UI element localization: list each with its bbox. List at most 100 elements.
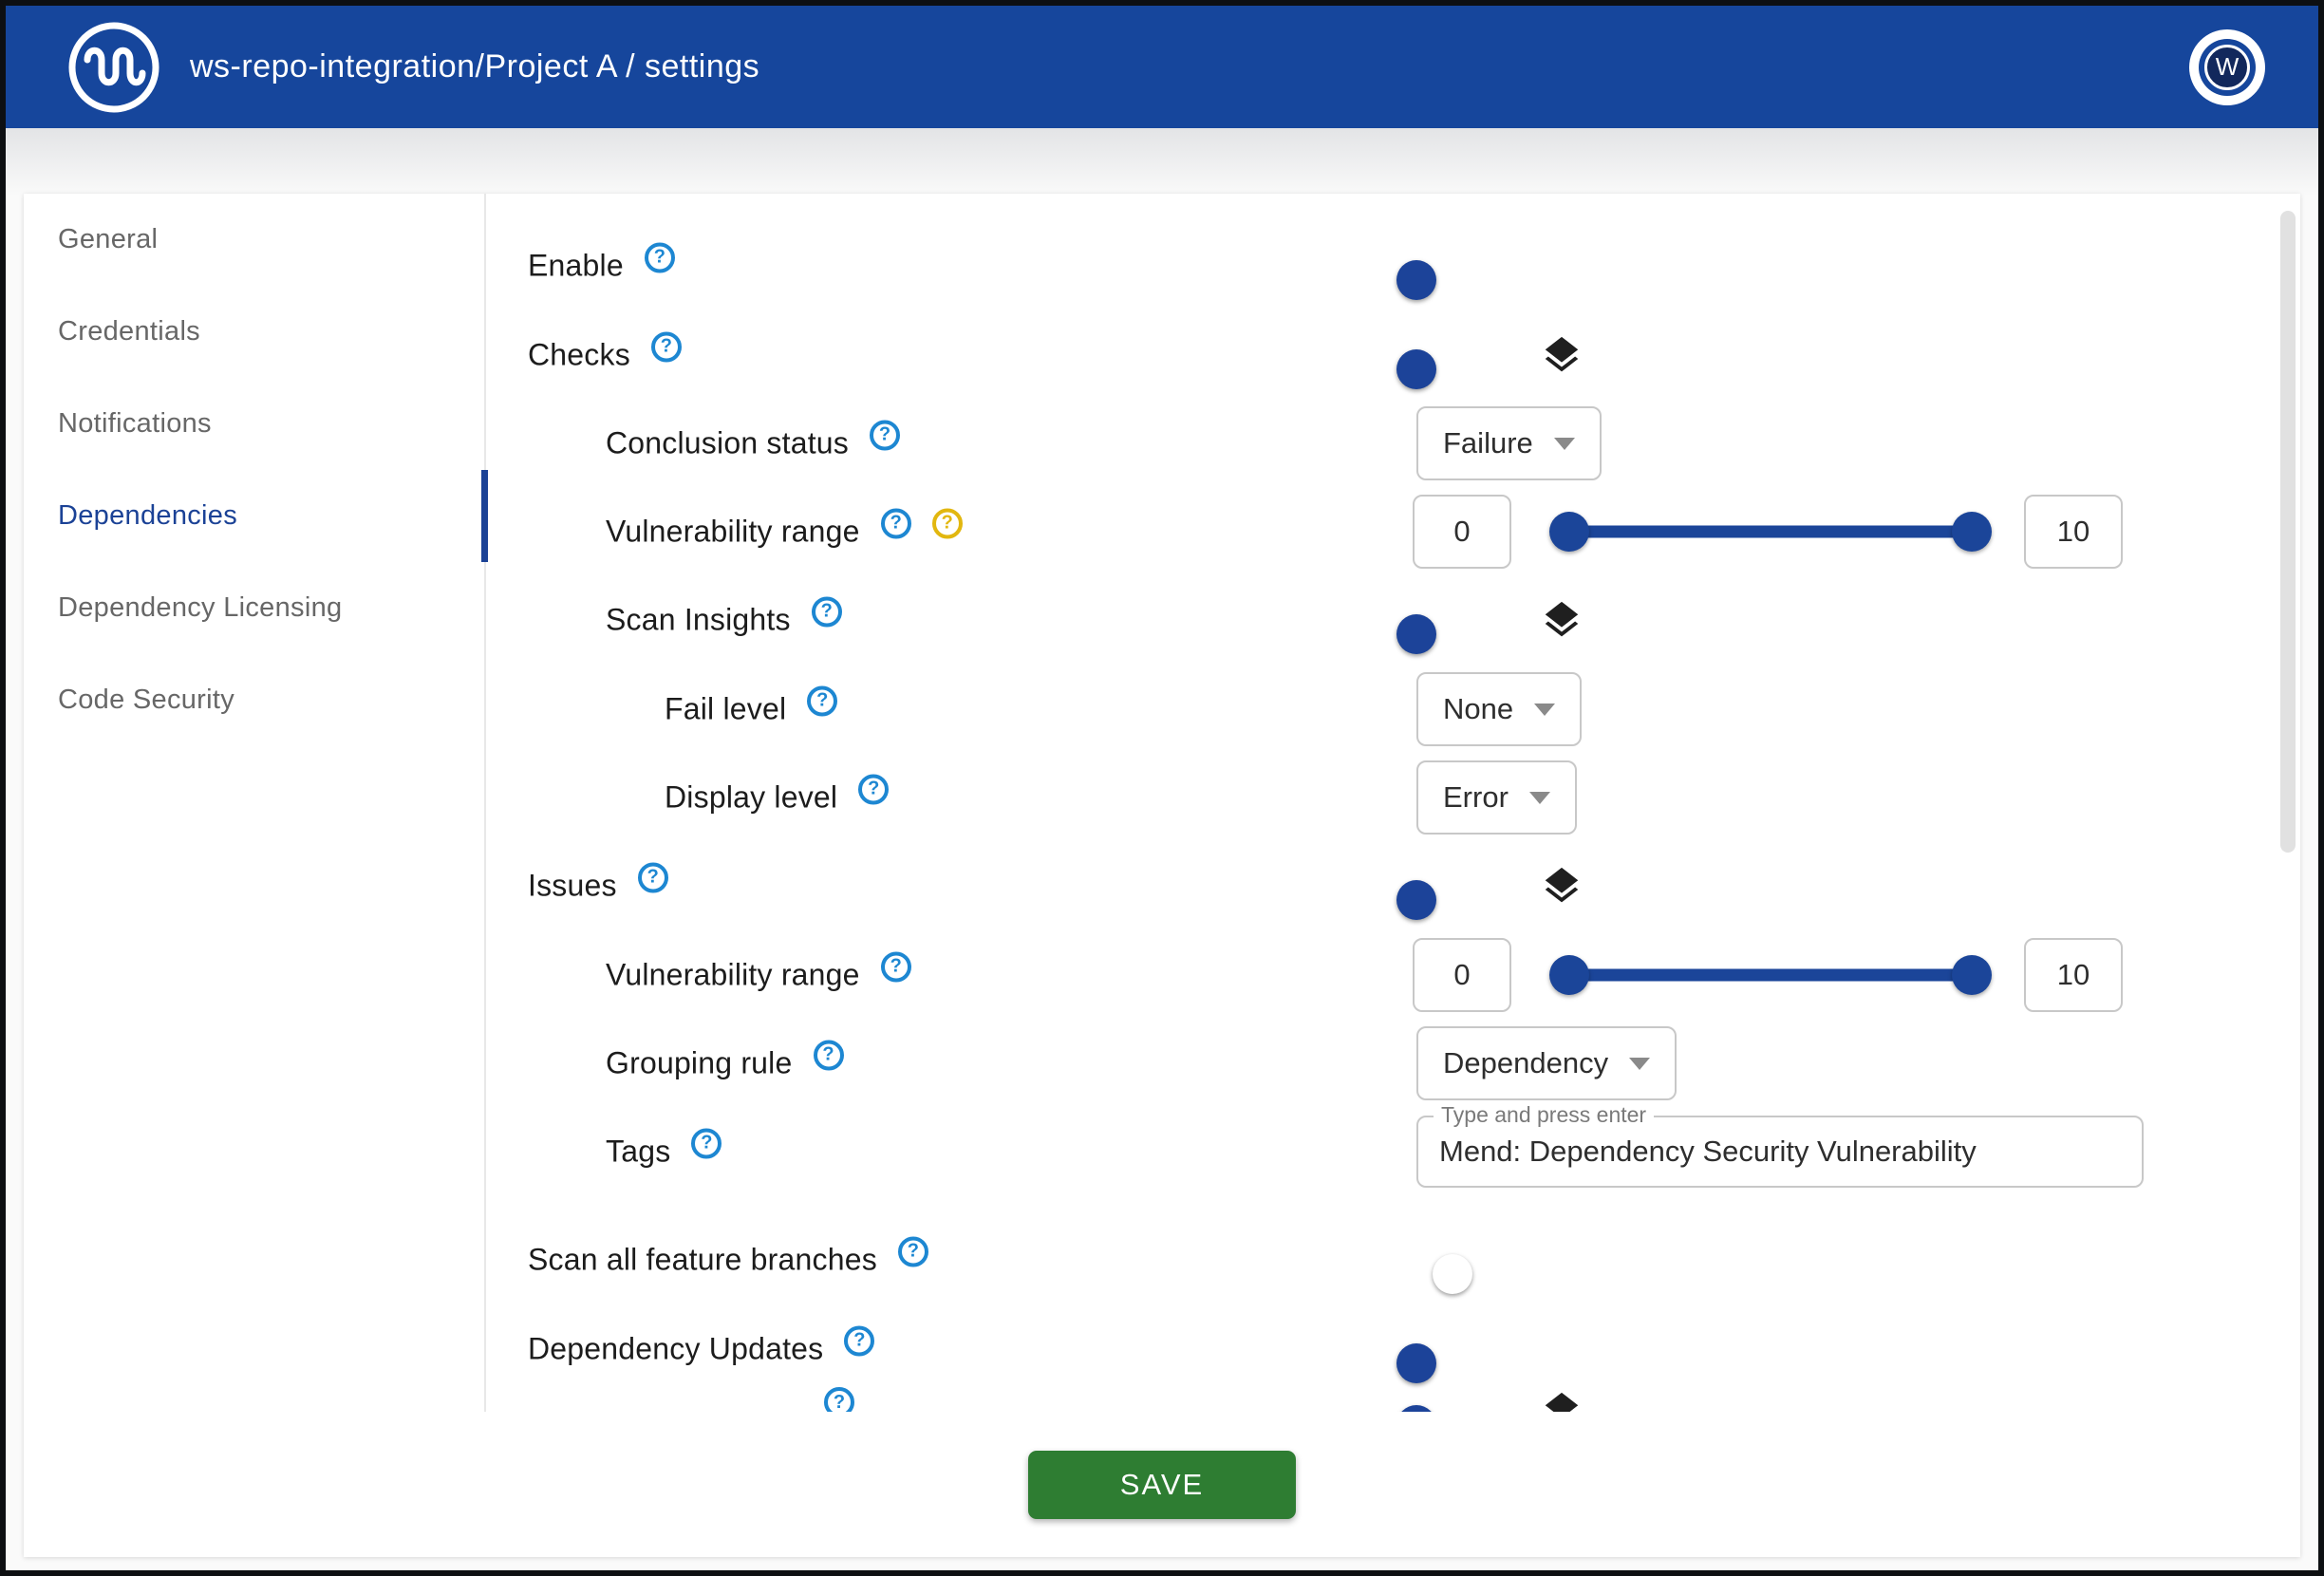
- setting-row-issues: Issues?: [486, 846, 2300, 926]
- slider-handle-min[interactable]: [1549, 512, 1589, 552]
- dropdown-fail-level[interactable]: None: [1416, 672, 1582, 746]
- help-icon[interactable]: ?: [638, 862, 668, 892]
- dropdown-value: Error: [1443, 780, 1509, 815]
- help-icon[interactable]: ?: [812, 596, 842, 627]
- layers-icon[interactable]: [1540, 598, 1584, 642]
- caret-down-icon: [1554, 438, 1575, 450]
- sidebar-item-code-security[interactable]: Code Security: [24, 654, 484, 746]
- user-avatar[interactable]: W: [2189, 29, 2265, 105]
- caret-down-icon: [1629, 1058, 1650, 1070]
- sidebar-item-credentials[interactable]: Credentials: [24, 286, 484, 378]
- help-icon[interactable]: ?: [881, 508, 911, 538]
- slider-track[interactable]: [1569, 526, 1972, 538]
- help-icon[interactable]: ?: [844, 1325, 874, 1356]
- help-icon[interactable]: ?: [651, 331, 682, 362]
- slider-handle-max[interactable]: [1952, 955, 1992, 995]
- layers-icon[interactable]: [1540, 864, 1584, 908]
- slider-handle-max[interactable]: [1952, 512, 1992, 552]
- layers-holder: [1540, 864, 1584, 908]
- vertical-scrollbar[interactable]: [2280, 211, 2296, 853]
- setting-label-group: Fail level?: [665, 692, 837, 727]
- sidebar-item-general[interactable]: General: [24, 194, 484, 286]
- slider-track[interactable]: [1569, 969, 1972, 982]
- app-window: ws-repo-integration/Project A / settings…: [0, 0, 2324, 1576]
- settings-sidebar: GeneralCredentialsNotificationsDependenc…: [24, 194, 486, 1412]
- range-min-input[interactable]: [1413, 938, 1511, 1012]
- toggle-knob: [1396, 614, 1436, 654]
- setting-label: Dependency Updates: [528, 1332, 823, 1367]
- setting-label-group: Scan all feature branches?: [528, 1243, 928, 1278]
- setting-label-group: Vulnerability range?: [606, 958, 911, 993]
- dropdown-value: None: [1443, 692, 1513, 726]
- setting-label-group: Scan Insights?: [606, 603, 842, 638]
- tags-input[interactable]: Type and press enterMend: Dependency Sec…: [1416, 1116, 2144, 1188]
- sidebar-item-notifications[interactable]: Notifications: [24, 378, 484, 470]
- setting-label-group: Grouping rule?: [606, 1046, 844, 1081]
- setting-label: Grouping rule: [606, 1046, 793, 1081]
- layers-holder: [1540, 1389, 1584, 1412]
- range-slider[interactable]: [1549, 511, 1992, 553]
- setting-row-conclusion-status: Conclusion status? Failure: [486, 403, 2300, 483]
- layers-icon[interactable]: [1540, 333, 1584, 377]
- setting-label-group: Enable?: [528, 249, 675, 284]
- setting-row-grouping-rule: Grouping rule? Dependency: [486, 1023, 2300, 1103]
- range-min-input[interactable]: [1413, 495, 1511, 569]
- toggle-knob: [1396, 349, 1436, 389]
- setting-row-vulnerability-range: Vulnerability range?: [486, 935, 2300, 1015]
- setting-row-row: ?: [486, 1371, 2300, 1412]
- header-shadow: [6, 128, 2318, 197]
- setting-label-group: Display level?: [665, 780, 889, 816]
- layers-icon[interactable]: [1540, 1389, 1584, 1412]
- range-slider[interactable]: [1549, 954, 1992, 996]
- setting-row-checks: Checks?: [486, 315, 2300, 395]
- setting-row-scan-insights: Scan Insights?: [486, 580, 2300, 660]
- settings-card: GeneralCredentialsNotificationsDependenc…: [24, 194, 2300, 1557]
- help-icon[interactable]: ?: [824, 1387, 854, 1412]
- setting-row-tags: Tags? Type and press enterMend: Dependenc…: [486, 1112, 2300, 1191]
- setting-row-display-level: Display level? Error: [486, 758, 2300, 837]
- help-icon[interactable]: ?: [807, 685, 837, 716]
- sidebar-item-dependencies[interactable]: Dependencies: [24, 470, 484, 562]
- warning-help-icon[interactable]: ?: [932, 508, 963, 538]
- save-button[interactable]: SAVE: [1028, 1451, 1296, 1519]
- settings-form: Enable?Checks?Conclusion status?FailureV…: [486, 194, 2300, 1412]
- caret-down-icon: [1534, 704, 1555, 716]
- setting-label-group: Dependency Updates?: [528, 1332, 874, 1367]
- dropdown-display-level[interactable]: Error: [1416, 760, 1577, 835]
- help-icon[interactable]: ?: [645, 242, 675, 272]
- setting-label-group: Issues?: [528, 869, 668, 904]
- setting-label: Checks: [528, 338, 630, 373]
- avatar-initial: W: [2204, 45, 2250, 90]
- range-max-input[interactable]: [2024, 495, 2123, 569]
- help-icon[interactable]: ?: [814, 1040, 844, 1070]
- help-icon[interactable]: ?: [870, 420, 900, 450]
- setting-label: Vulnerability range: [606, 515, 860, 550]
- slider-handle-min[interactable]: [1549, 955, 1589, 995]
- help-icon[interactable]: ?: [858, 774, 889, 804]
- dropdown-grouping-rule[interactable]: Dependency: [1416, 1026, 1677, 1100]
- tags-input-value: Mend: Dependency Security Vulnerability: [1439, 1135, 1977, 1169]
- setting-label-group: ?: [606, 1396, 854, 1412]
- settings-scroll-region: GeneralCredentialsNotificationsDependenc…: [24, 194, 2300, 1412]
- setting-label: Scan Insights: [606, 603, 791, 638]
- setting-row-fail-level: Fail level? None: [486, 669, 2300, 749]
- help-icon[interactable]: ?: [898, 1236, 928, 1266]
- toggle-knob: [1433, 1254, 1472, 1294]
- setting-label-group: Checks?: [528, 338, 682, 373]
- setting-label: Fail level: [665, 692, 786, 727]
- layers-holder: [1540, 598, 1584, 642]
- setting-row-vulnerability-range: Vulnerability range??: [486, 492, 2300, 572]
- top-navigation-bar: ws-repo-integration/Project A / settings…: [6, 6, 2318, 128]
- setting-label-group: Vulnerability range??: [606, 515, 963, 550]
- setting-label-group: Conclusion status?: [606, 426, 900, 461]
- help-icon[interactable]: ?: [691, 1128, 722, 1158]
- setting-label: Tags: [606, 1135, 670, 1170]
- mend-logo-icon: [66, 20, 161, 115]
- setting-label: Vulnerability range: [606, 958, 860, 993]
- setting-label: Enable: [528, 249, 624, 284]
- toggle-knob: [1396, 1405, 1436, 1412]
- help-icon[interactable]: ?: [881, 951, 911, 982]
- sidebar-item-dependency-licensing[interactable]: Dependency Licensing: [24, 562, 484, 654]
- range-max-input[interactable]: [2024, 938, 2123, 1012]
- dropdown-conclusion-status[interactable]: Failure: [1416, 406, 1602, 480]
